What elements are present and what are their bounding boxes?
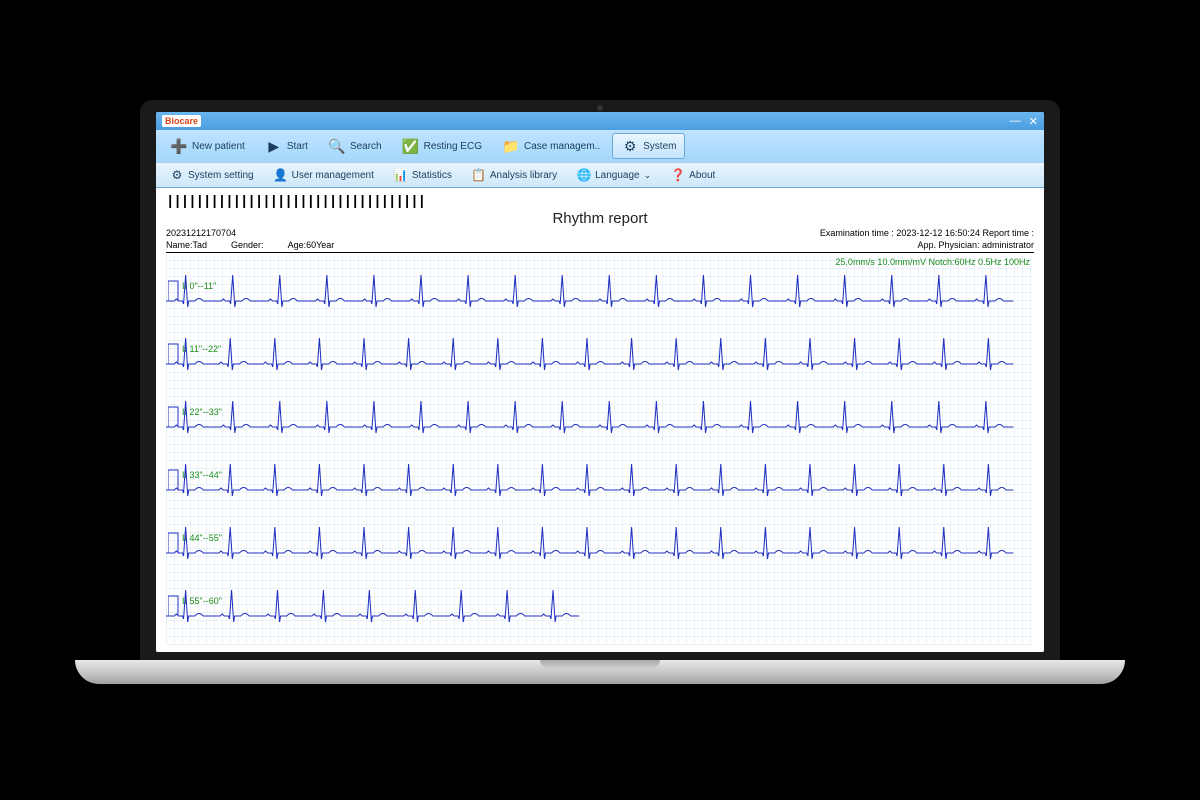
system-icon: ⚙	[621, 137, 639, 155]
resting-ecg-label: Resting ECG	[424, 141, 482, 152]
search-icon: 🔍	[328, 137, 346, 155]
minimize-button[interactable]: —	[1010, 115, 1021, 128]
ecg-lead-row: II 22"--33"	[166, 389, 1034, 449]
exam-time: Examination time : 2023-12-12 16:50:24 R…	[820, 228, 1034, 238]
search-label: Search	[350, 141, 382, 152]
ecg-grid: 25.0mm/s 10.0mm/mV Notch:60Hz 0.5Hz 100H…	[166, 255, 1034, 645]
ecg-waveform	[166, 389, 1034, 449]
new-patient-label: New patient	[192, 141, 245, 152]
ribbon-main-row: ➕ New patient ▶ Start 🔍 Search ✅ Resting ECG 📁 Ca…	[156, 130, 1044, 162]
ribbon-sub-row: ⚙ System setting 👤 User management 📊 Statisti…	[156, 162, 1044, 187]
app-window: Biocare — ✕ ➕ New patient ▶ Start 🔍 Search ✅ Re…	[156, 112, 1044, 652]
ribbon-language[interactable]: 🌐 Language ⌄	[569, 166, 659, 184]
ecg-waveform	[166, 578, 1034, 638]
ribbon-start[interactable]: ▶ Start	[257, 134, 316, 158]
ribbon-new-patient[interactable]: ➕ New patient	[162, 134, 253, 158]
laptop-screen: Biocare — ✕ ➕ New patient ▶ Start 🔍 Search ✅ Re…	[140, 100, 1060, 660]
content-area: ||||||||||||||||||||||||||||||||||| Rhyt…	[156, 188, 1044, 652]
system-setting-label: System setting	[188, 170, 254, 181]
about-icon: ❓	[671, 168, 685, 182]
ribbon-statistics[interactable]: 📊 Statistics	[386, 166, 460, 184]
window-controls: — ✕	[1010, 115, 1038, 128]
ribbon-user-management[interactable]: 👤 User management	[266, 166, 382, 184]
physician: App. Physician: administrator	[917, 240, 1034, 250]
ecg-waveform	[166, 452, 1034, 512]
new-patient-icon: ➕	[170, 137, 188, 155]
language-icon: 🌐	[577, 168, 591, 182]
close-button[interactable]: ✕	[1029, 115, 1038, 128]
ribbon: ➕ New patient ▶ Start 🔍 Search ✅ Resting ECG 📁 Ca…	[156, 130, 1044, 188]
resting-ecg-icon: ✅	[402, 137, 420, 155]
system-setting-icon: ⚙	[170, 168, 184, 182]
ecg-lead-row: II 0"--11"	[166, 263, 1034, 323]
chevron-down-icon: ⌄	[644, 170, 652, 181]
exam-id: 20231212170704	[166, 228, 236, 238]
start-label: Start	[287, 141, 308, 152]
patient-gender: Gender:	[231, 240, 264, 250]
ecg-lead-row: II 11"--22"	[166, 326, 1034, 386]
ecg-waveform	[166, 326, 1034, 386]
titlebar: Biocare — ✕	[156, 112, 1044, 130]
user-management-label: User management	[292, 170, 374, 181]
ribbon-case-management[interactable]: 📁 Case managem..	[494, 134, 608, 158]
case-management-icon: 📁	[502, 137, 520, 155]
about-label: About	[689, 170, 715, 181]
start-icon: ▶	[265, 137, 283, 155]
ribbon-resting-ecg[interactable]: ✅ Resting ECG	[394, 134, 490, 158]
laptop-base	[75, 660, 1125, 684]
analysis-library-icon: 📋	[472, 168, 486, 182]
patient-age: Age:60Year	[288, 240, 335, 250]
report-header: ||||||||||||||||||||||||||||||||||| Rhyt…	[166, 194, 1034, 253]
ecg-waveform	[166, 263, 1034, 323]
laptop-notch	[540, 660, 660, 668]
ribbon-system-setting[interactable]: ⚙ System setting	[162, 166, 262, 184]
barcode: |||||||||||||||||||||||||||||||||||	[166, 194, 1034, 210]
language-label: Language	[595, 170, 640, 181]
report-title: Rhythm report	[166, 210, 1034, 227]
ecg-lead-row: II 33"--44"	[166, 452, 1034, 512]
brand-logo: Biocare	[162, 115, 201, 127]
ecg-waveform	[166, 515, 1034, 575]
system-label: System	[643, 141, 676, 152]
ribbon-search[interactable]: 🔍 Search	[320, 134, 390, 158]
case-management-label: Case managem..	[524, 141, 600, 152]
user-management-icon: 👤	[274, 168, 288, 182]
ribbon-system[interactable]: ⚙ System	[612, 133, 685, 159]
statistics-icon: 📊	[394, 168, 408, 182]
laptop-frame: Biocare — ✕ ➕ New patient ▶ Start 🔍 Search ✅ Re…	[140, 100, 1060, 700]
camera-icon	[597, 105, 603, 111]
ribbon-analysis-library[interactable]: 📋 Analysis library	[464, 166, 565, 184]
patient-name: Name:Tad	[166, 240, 207, 250]
analysis-library-label: Analysis library	[490, 170, 557, 181]
ecg-lead-row: II 55"--60"	[166, 578, 1034, 638]
statistics-label: Statistics	[412, 170, 452, 181]
ecg-lead-row: II 44"--55"	[166, 515, 1034, 575]
ribbon-about[interactable]: ❓ About	[663, 166, 723, 184]
